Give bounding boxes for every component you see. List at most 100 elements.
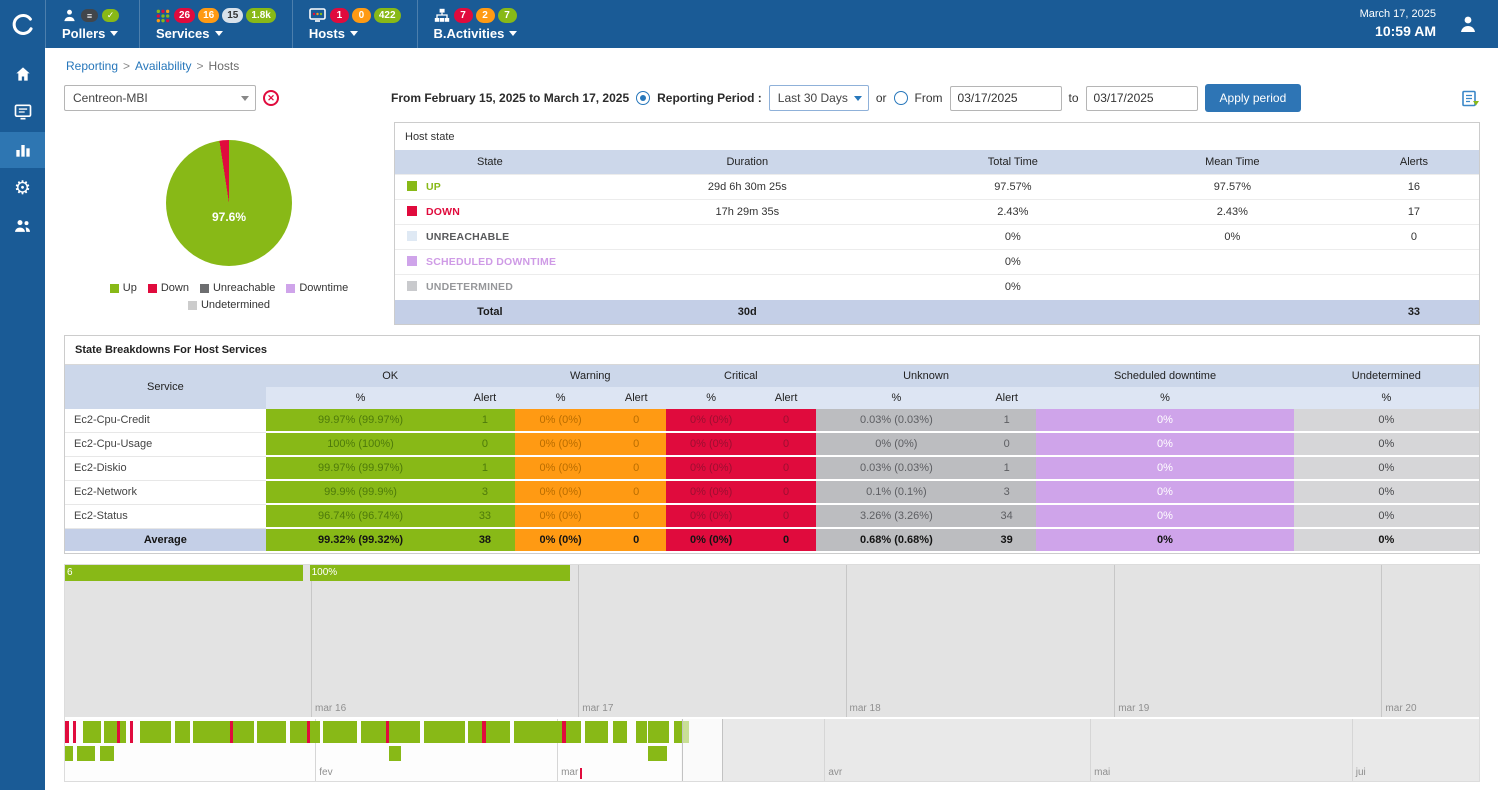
status-counter-badge[interactable]: 16 xyxy=(198,8,219,23)
status-counter-badge[interactable]: 1 xyxy=(330,8,349,23)
poller-ok-icon: ✓ xyxy=(102,9,119,22)
status-counter-badge[interactable]: 2 xyxy=(476,8,495,23)
service-name-cell: Average xyxy=(65,528,266,552)
warning-alert-cell: 0 xyxy=(607,432,666,456)
navigator-status-bar xyxy=(83,721,101,743)
legend-color-square xyxy=(148,284,157,293)
critical-pct-cell: 0% (0%) xyxy=(666,480,756,504)
warning-alert-cell: 0 xyxy=(607,504,666,528)
sidebar-item-home[interactable] xyxy=(0,56,45,92)
status-counter-badge[interactable]: 1.8k xyxy=(246,8,275,23)
status-counter-badge[interactable]: 26 xyxy=(174,8,195,23)
critical-alert-cell: 0 xyxy=(756,456,815,480)
ok-alert-cell: 1 xyxy=(455,409,514,432)
critical-alert-cell: 0 xyxy=(756,504,815,528)
menu-services[interactable]: 2616151.8k Services xyxy=(139,0,292,48)
undetermined-pct-cell: 0% xyxy=(1294,409,1479,432)
services-badges: 2616151.8k xyxy=(174,8,276,23)
menu-hosts-label: Hosts xyxy=(309,26,345,41)
ok-alert-cell: 33 xyxy=(455,504,514,528)
critical-alert-cell: 0 xyxy=(756,409,815,432)
breadcrumb-availability[interactable]: Availability xyxy=(135,59,191,73)
navigator-status-bar xyxy=(130,721,133,743)
critical-pct-cell: 0% (0%) xyxy=(666,432,756,456)
menu-hosts[interactable]: 10422 Hosts xyxy=(292,0,417,48)
timeline-navigator[interactable]: fevmaravrmaijui xyxy=(65,717,1479,781)
mean-time-cell xyxy=(1116,275,1349,300)
period-select[interactable]: Last 30 Days xyxy=(769,85,869,111)
total-time-cell: 97.57% xyxy=(910,175,1116,200)
availability-bar: 6 xyxy=(65,565,303,581)
ok-pct-cell: 99.32% (99.32%) xyxy=(266,528,455,552)
from-date-input[interactable] xyxy=(950,86,1062,111)
breadcrumb-reporting[interactable]: Reporting xyxy=(66,59,118,73)
breakdown-title: State Breakdowns For Host Services xyxy=(65,336,1479,365)
status-counter-badge[interactable]: 7 xyxy=(454,8,473,23)
critical-alert-cell: 0 xyxy=(756,480,815,504)
undetermined-pct-cell: 0% xyxy=(1294,528,1479,552)
clear-filter-icon[interactable]: ✕ xyxy=(263,90,279,106)
subcol-alert: Alert xyxy=(756,387,815,409)
state-label: DOWN xyxy=(426,206,460,218)
col-header-undetermined: Undetermined xyxy=(1294,365,1479,387)
service-name-cell: Ec2-Network xyxy=(65,480,266,504)
ok-alert-cell: 1 xyxy=(455,456,514,480)
navigator-selection-handle[interactable] xyxy=(682,719,723,781)
legend-item: Downtime xyxy=(286,282,348,294)
navigator-status-bar xyxy=(636,721,647,743)
breadcrumb-hosts: Hosts xyxy=(209,59,240,73)
availability-bar: 100% xyxy=(310,565,570,581)
navigator-status-bar xyxy=(73,721,76,743)
warning-alert-cell: 0 xyxy=(607,456,666,480)
unknown-alert-cell: 1 xyxy=(977,409,1036,432)
from-label: From xyxy=(915,91,943,105)
host-group-select-value: Centreon-MBI xyxy=(73,91,148,105)
status-counter-badge[interactable]: 0 xyxy=(352,8,371,23)
navigator-status-bar xyxy=(361,721,386,743)
chevron-down-icon xyxy=(215,31,223,36)
total-alerts: 33 xyxy=(1349,300,1479,325)
state-cell: UP xyxy=(395,175,585,200)
breadcrumb: Reporting>Availability>Hosts xyxy=(64,48,1480,82)
unknown-alert-cell: 39 xyxy=(977,528,1036,552)
status-counter-badge[interactable]: 7 xyxy=(498,8,517,23)
status-counter-badge[interactable]: 422 xyxy=(374,8,401,23)
navigator-status-bar xyxy=(389,721,420,743)
service-name-cell: Ec2-Cpu-Usage xyxy=(65,432,266,456)
status-counter-badge[interactable]: 15 xyxy=(222,8,243,23)
timeline-main-chart: mar 16mar 17mar 18mar 19mar 206100% xyxy=(65,565,1479,717)
duration-cell xyxy=(585,225,910,250)
undetermined-pct-cell: 0% xyxy=(1294,432,1479,456)
sidebar-item-configuration[interactable]: ⚙ xyxy=(0,170,45,206)
availability-bar-label: 100% xyxy=(310,565,570,581)
custom-range-radio[interactable] xyxy=(894,91,908,105)
col-header-alerts: Alerts xyxy=(1349,150,1479,175)
navigator-status-bar xyxy=(514,721,562,743)
sidebar-item-reporting[interactable] xyxy=(0,132,45,168)
export-report-icon[interactable] xyxy=(1462,90,1480,107)
axis-tick-label: avr xyxy=(824,767,842,778)
apply-period-button[interactable]: Apply period xyxy=(1205,84,1302,112)
unknown-alert-cell: 1 xyxy=(977,456,1036,480)
user-icon[interactable] xyxy=(1456,12,1480,36)
navigator-status-bar xyxy=(585,721,608,743)
breakdown-row: Ec2-Status96.74% (96.74%)330% (0%)00% (0… xyxy=(65,504,1479,528)
reporting-period-radio[interactable] xyxy=(636,91,650,105)
subcol-alert: Alert xyxy=(977,387,1036,409)
topbar: ≡ ✓ Pollers 2616151.8k Services 10422 Ho… xyxy=(0,0,1498,48)
to-date-input[interactable] xyxy=(1086,86,1198,111)
sidebar-item-administration[interactable] xyxy=(0,208,45,244)
warning-pct-cell: 0% (0%) xyxy=(515,528,607,552)
menu-pollers-label: Pollers xyxy=(62,26,105,41)
breakdown-group-header-row: Service OK Warning Critical Unknown Sche… xyxy=(65,365,1479,387)
duration-cell: 17h 29m 35s xyxy=(585,200,910,225)
state-color-square xyxy=(407,231,417,241)
menu-pollers[interactable]: ≡ ✓ Pollers xyxy=(45,0,139,48)
host-state-tbody: UP29d 6h 30m 25s97.57%97.57%16DOWN17h 29… xyxy=(395,175,1479,325)
alerts-cell: 17 xyxy=(1349,200,1479,225)
host-group-select[interactable]: Centreon-MBI xyxy=(64,85,256,111)
menu-bactivities[interactable]: 727 B.Activities xyxy=(417,0,534,48)
bactivities-flow-icon xyxy=(434,8,450,23)
centreon-logo[interactable] xyxy=(0,0,45,48)
sidebar-item-monitoring[interactable] xyxy=(0,94,45,130)
